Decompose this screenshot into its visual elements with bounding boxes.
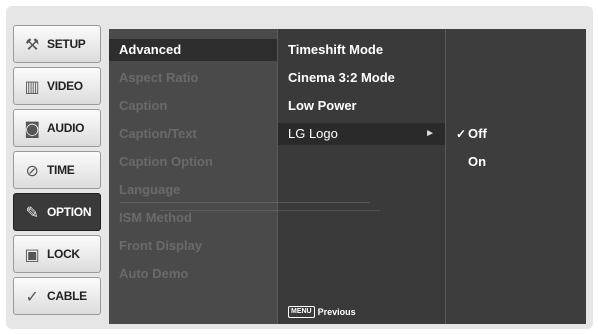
sidebar-item-option[interactable]: ✎ OPTION (13, 193, 101, 231)
advanced-submenu: Timeshift Mode Cinema 3:2 Mode Low Power… (277, 29, 446, 324)
submenu-item-label: LG Logo (288, 126, 338, 141)
footer-label: Previous (317, 307, 356, 317)
submenu-item-timeshift-mode[interactable]: Timeshift Mode (288, 39, 383, 61)
sidebar-item-cable[interactable]: ✓ CABLE (13, 277, 101, 315)
checkmark-icon: ✓ (456, 127, 467, 141)
submenu-item-cinema-mode[interactable]: Cinema 3:2 Mode (288, 67, 395, 89)
menu-item-aspect-ratio[interactable]: Aspect Ratio (119, 67, 198, 89)
menu-item-language[interactable]: Language (119, 179, 180, 201)
padlock-icon: ▣ (24, 244, 40, 264)
sidebar-item-setup[interactable]: ⚒ SETUP (13, 25, 101, 63)
film-icon: ▥ (24, 76, 40, 96)
scan-artifact (160, 210, 380, 211)
menu-item-caption-text[interactable]: Caption/Text (119, 123, 197, 145)
sidebar-item-lock[interactable]: ▣ LOCK (13, 235, 101, 273)
speaker-icon: ◙ (24, 118, 40, 138)
menu-item-advanced[interactable]: Advanced (109, 39, 277, 61)
sidebar-item-label: CABLE (47, 289, 87, 303)
wrench-icon: ⚒ (24, 34, 40, 54)
cable-icon: ✓ (25, 286, 39, 306)
menu-item-auto-demo[interactable]: Auto Demo (119, 263, 188, 285)
footer-hint: MENU Previous (288, 304, 356, 320)
sidebar-item-label: OPTION (47, 205, 92, 219)
menu-item-caption-option[interactable]: Caption Option (119, 151, 213, 173)
option-off[interactable]: ✓ Off (456, 123, 487, 145)
option-label: Off (468, 126, 487, 141)
sidebar-item-label: TIME (47, 163, 75, 177)
sidebar-item-label: AUDIO (47, 121, 85, 135)
menu-item-front-display[interactable]: Front Display (119, 235, 202, 257)
option-menu-list: Advanced Aspect Ratio Caption Caption/Te… (109, 29, 277, 324)
sidebar-item-audio[interactable]: ◙ AUDIO (13, 109, 101, 147)
sidebar-item-time[interactable]: ⊘ TIME (13, 151, 101, 189)
lg-logo-options: ✓ Off On (446, 29, 586, 324)
sidebar-item-label: VIDEO (47, 79, 83, 93)
scan-artifact (120, 202, 370, 203)
submenu-item-low-power[interactable]: Low Power (288, 95, 357, 117)
arrow-right-icon: ► (425, 128, 435, 139)
sidebar: ⚒ SETUP ▥ VIDEO ◙ AUDIO ⊘ TIME ✎ OPTION … (13, 25, 105, 323)
option-label: On (468, 154, 487, 169)
clock-icon: ⊘ (25, 160, 39, 180)
sidebar-item-label: SETUP (47, 37, 86, 51)
option-on[interactable]: On (468, 151, 486, 173)
menu-area: Advanced Aspect Ratio Caption Caption/Te… (109, 29, 586, 324)
sidebar-item-label: LOCK (47, 247, 80, 261)
pen-icon: ✎ (25, 202, 39, 222)
submenu-item-lg-logo[interactable]: LG Logo ► (278, 123, 445, 145)
sidebar-item-video[interactable]: ▥ VIDEO (13, 67, 101, 105)
menu-key-icon: MENU (288, 306, 315, 318)
menu-item-caption[interactable]: Caption (119, 95, 167, 117)
